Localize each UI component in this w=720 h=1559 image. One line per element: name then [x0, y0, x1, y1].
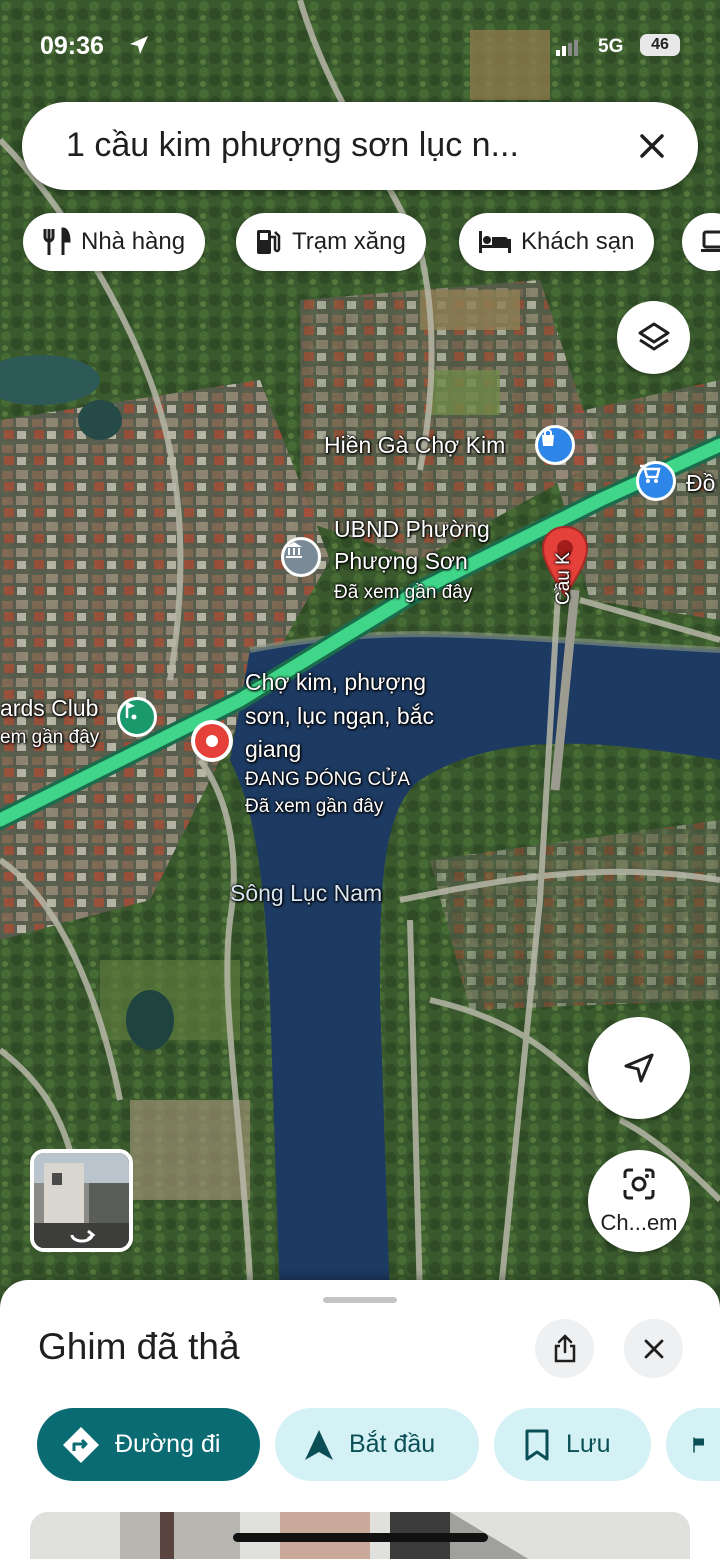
map-label-do-partial[interactable]: Đồ: [686, 470, 715, 497]
map-label-market-line2[interactable]: sơn, lục ngạn, bắc: [245, 703, 434, 730]
location-arrow-icon: [130, 36, 148, 54]
navigation-arrow-icon: [624, 1053, 654, 1083]
map-label-club-sub: em gần đây: [0, 727, 100, 748]
chip-restaurants-label: Nhà hàng: [81, 228, 186, 255]
map-layers-button[interactable]: [617, 301, 690, 374]
chip-hotels-label: Khách sạn: [521, 228, 635, 255]
search-query-text[interactable]: 1 cầu kim phượng sơn lục n...: [66, 126, 519, 165]
layers-icon: [638, 322, 669, 350]
search-bar[interactable]: 1 cầu kim phượng sơn lục n...: [22, 102, 698, 190]
place-bottom-sheet[interactable]: Ghim đã thả Đường đi Bắt đầu Lưu: [0, 1280, 720, 1559]
map-label-ubnd-line1[interactable]: UBND Phường: [334, 516, 490, 543]
share-button[interactable]: [535, 1319, 594, 1378]
gas-station-icon: [257, 230, 281, 254]
street-view-image: [34, 1153, 129, 1248]
close-icon: [644, 1339, 663, 1358]
sheet-title: Ghim đã thả: [38, 1326, 240, 1367]
status-time: 09:36: [40, 32, 104, 60]
lens-camera-button[interactable]: Ch...em: [588, 1150, 690, 1252]
signal-bars-icon: [556, 40, 578, 56]
save-button[interactable]: Lưu: [494, 1408, 651, 1481]
hotel-icon: [479, 231, 511, 253]
flag-icon: [693, 1437, 704, 1452]
status-bar: 09:36 5G 46: [0, 28, 720, 68]
shopping-cart-poi-icon[interactable]: [636, 461, 676, 501]
camera-lens-icon: [623, 1168, 655, 1200]
map-label-club[interactable]: ards Club: [0, 695, 98, 722]
golf-club-poi-icon[interactable]: [117, 697, 157, 737]
battery-indicator: 46: [640, 34, 680, 56]
map-label-market-line1[interactable]: Chợ kim, phượng: [245, 669, 426, 696]
label-flag-button[interactable]: [666, 1408, 720, 1481]
restaurant-icon: [43, 227, 71, 255]
network-type: 5G: [598, 36, 624, 57]
map-label-market-line3[interactable]: giang: [245, 736, 301, 763]
chip-gas-stations-label: Trạm xăng: [292, 228, 406, 255]
navigation-arrow-icon: [305, 1429, 333, 1460]
chip-restaurants[interactable]: Nhà hàng: [23, 213, 206, 271]
start-navigation-button[interactable]: Bắt đầu: [275, 1408, 479, 1481]
share-icon: [554, 1333, 575, 1362]
market-place-marker-icon[interactable]: [191, 720, 233, 762]
lens-button-label: Ch...em: [600, 1210, 678, 1235]
my-location-button[interactable]: [588, 1017, 690, 1119]
bookmark-icon: [525, 1429, 549, 1460]
map-label-bridge: Cầu K: [553, 552, 574, 605]
street-view-thumbnail[interactable]: [30, 1149, 133, 1252]
map-label-market-sub: Đã xem gần đây: [245, 796, 384, 817]
directions-label: Đường đi: [115, 1430, 221, 1458]
map-label-market-status: ĐANG ĐÓNG CỬA: [245, 769, 411, 790]
home-indicator[interactable]: [233, 1533, 488, 1542]
sheet-drag-handle[interactable]: [323, 1297, 397, 1303]
chip-gas-stations[interactable]: Trạm xăng: [236, 213, 426, 271]
directions-icon: [63, 1426, 99, 1463]
map-label-ubnd-line2[interactable]: Phượng Sơn: [334, 548, 468, 575]
map-label-ubnd-sub: Đã xem gần đây: [334, 582, 473, 603]
map-label-river: Sông Lục Nam: [230, 880, 383, 906]
shopping-bag-poi-icon[interactable]: [535, 425, 575, 465]
government-building-poi-icon[interactable]: [281, 537, 321, 577]
close-sheet-button[interactable]: [624, 1319, 683, 1378]
chip-hotels[interactable]: Khách sạn: [459, 213, 655, 271]
close-icon[interactable]: [632, 126, 672, 166]
laptop-icon: [701, 230, 720, 252]
start-label: Bắt đầu: [349, 1430, 436, 1458]
map-label-hien-ga[interactable]: Hiền Gà Chợ Kim: [324, 432, 505, 459]
save-label: Lưu: [566, 1430, 611, 1458]
directions-button[interactable]: Đường đi: [37, 1408, 260, 1481]
